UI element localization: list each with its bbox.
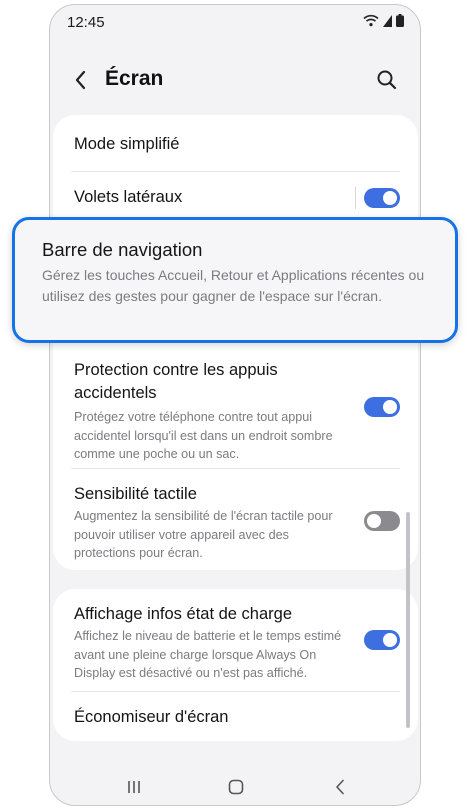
system-navigation-bar	[50, 765, 420, 805]
setting-description: Affichez le niveau de batterie et le tem…	[74, 629, 342, 680]
callout-description: Gérez les touches Accueil, Retour et App…	[42, 267, 425, 304]
phone-frame: 12:45 Écran Mode simplifié Volets latéra…	[49, 4, 421, 806]
recent-apps-icon	[128, 781, 140, 793]
home-button[interactable]	[224, 777, 248, 797]
setting-affichage-charge[interactable]: Affichage infos état de charge Affichez …	[74, 603, 348, 683]
sensibilite-tactile-toggle[interactable]	[364, 511, 400, 531]
back-icon	[336, 779, 344, 795]
setting-title: Volets latéraux	[74, 188, 183, 206]
callout-title: Barre de navigation	[42, 239, 203, 260]
setting-title: Protection contre les appuis accidentels	[74, 361, 278, 402]
back-button[interactable]	[68, 67, 94, 93]
app-header: Écran	[50, 57, 420, 103]
setting-title: Affichage infos état de charge	[74, 605, 293, 623]
protection-appuis-toggle[interactable]	[364, 397, 400, 417]
recent-apps-button[interactable]	[122, 777, 146, 797]
divider	[71, 468, 400, 469]
home-icon	[228, 779, 244, 795]
vertical-separator	[355, 187, 356, 209]
setting-volets-lateraux[interactable]: Volets latéraux	[74, 186, 398, 209]
chevron-left-icon	[75, 70, 86, 90]
battery-icon	[396, 14, 404, 27]
setting-title: Mode simplifié	[74, 135, 180, 153]
barre-navigation-highlight[interactable]: Barre de navigation Gérez les touches Ac…	[12, 217, 458, 343]
divider	[71, 691, 400, 692]
setting-protection-appuis[interactable]: Protection contre les appuis accidentels…	[74, 359, 348, 464]
volets-lateraux-toggle[interactable]	[364, 188, 400, 208]
setting-sensibilite-tactile[interactable]: Sensibilité tactile Augmentez la sensibi…	[74, 483, 348, 563]
search-button[interactable]	[374, 67, 400, 93]
status-time: 12:45	[67, 14, 105, 31]
setting-title: Économiseur d'écran	[74, 708, 229, 726]
setting-title: Sensibilité tactile	[74, 485, 197, 503]
setting-description: Protégez votre téléphone contre tout app…	[74, 410, 333, 461]
page-title: Écran	[105, 67, 164, 90]
setting-description: Augmentez la sensibilité de l'écran tact…	[74, 509, 333, 560]
divider	[71, 171, 400, 172]
setting-mode-simplifie[interactable]: Mode simplifié	[74, 133, 398, 156]
wifi-icon	[363, 14, 379, 27]
setting-economiseur-ecran[interactable]: Économiseur d'écran	[74, 706, 398, 729]
back-nav-button[interactable]	[328, 777, 352, 797]
scrollbar[interactable]	[406, 512, 410, 728]
search-icon	[377, 70, 397, 90]
status-icons	[363, 14, 404, 27]
status-bar: 12:45	[50, 5, 420, 39]
signal-icon	[383, 14, 392, 27]
settings-card-charge: Affichage infos état de charge Affichez …	[53, 589, 418, 741]
affichage-charge-toggle[interactable]	[364, 630, 400, 650]
